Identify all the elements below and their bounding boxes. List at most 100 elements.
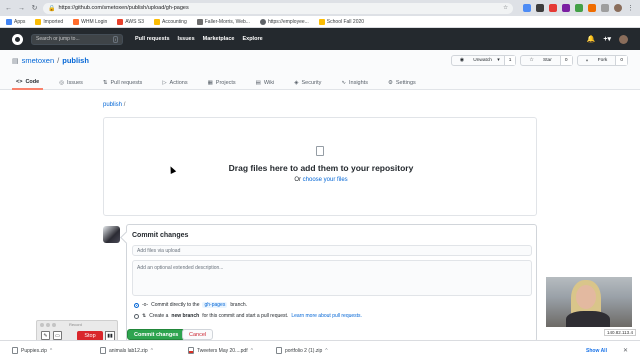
bookmark-school[interactable]: School Fall 2020	[318, 18, 364, 25]
bookmark-accounting[interactable]: Accounting	[153, 18, 187, 25]
folder-icon	[35, 18, 42, 25]
ip-address-label: 140.82.113.4	[604, 329, 636, 336]
tab-wiki[interactable]: ▤ Wiki	[252, 76, 279, 90]
commit-title: Commit changes	[132, 232, 189, 239]
code-icon: <>	[16, 79, 23, 85]
repo-tabs: <> Code ◎ Issues ⇅ Pull requests ▷ Actions ▦…	[12, 76, 420, 90]
extension-icon[interactable]	[536, 4, 544, 12]
download-item[interactable]: animals lab12.zip ^	[100, 347, 178, 354]
repo-separator: /	[57, 56, 60, 65]
folder-icon	[153, 18, 160, 25]
zip-file-icon	[12, 347, 18, 354]
star-count[interactable]: 0	[559, 56, 572, 65]
unwatch-button[interactable]: ◉ Unwatch ▾ 1	[450, 55, 517, 66]
github-header: Search or jump to... / Pull requests Iss…	[0, 28, 640, 50]
forward-icon[interactable]: →	[17, 4, 26, 13]
download-item[interactable]: Tweeters May 20....pdf ^	[188, 347, 266, 354]
back-icon[interactable]: ←	[4, 4, 13, 13]
extensions-puzzle-icon[interactable]	[601, 4, 609, 12]
extension-icon[interactable]	[575, 4, 583, 12]
github-logo-icon[interactable]	[12, 33, 23, 45]
commit-summary-input[interactable]: Add files via upload	[132, 245, 532, 256]
pdf-file-icon	[188, 347, 194, 354]
star-button[interactable]: ☆ Star 0	[520, 55, 573, 66]
breadcrumb-repo-link[interactable]: publish	[103, 102, 122, 108]
extension-icon[interactable]	[523, 4, 531, 12]
download-item[interactable]: portfolio 2 (1).zip ^	[276, 347, 354, 354]
show-all-downloads-button[interactable]: Show All	[586, 348, 607, 354]
commit-direct-option[interactable]: -o- Commit directly to the gh-pages bran…	[134, 302, 247, 308]
learn-more-link[interactable]: Learn more about pull requests.	[291, 313, 362, 319]
fork-button[interactable]: ⑂ Fork 0	[576, 55, 628, 66]
tab-security[interactable]: ◈ Security	[290, 76, 325, 90]
chevron-down-icon[interactable]: ^	[151, 348, 153, 354]
address-bar[interactable]: 🔒 https://github.com/smetoxen/publish/up…	[43, 2, 513, 14]
extensions: ⋮	[523, 4, 634, 12]
issue-icon: ◎	[59, 80, 64, 86]
fork-count[interactable]: 0	[615, 56, 627, 65]
fork-icon: ⑂	[585, 58, 590, 64]
extension-icon[interactable]	[562, 4, 570, 12]
radio-new-branch[interactable]	[134, 313, 139, 319]
tab-pull-requests[interactable]: ⇅ Pull requests	[99, 76, 146, 90]
commit-new-branch-option[interactable]: ⇅ Create a new branch for this commit an…	[134, 313, 362, 319]
book-icon: ▤	[255, 80, 261, 86]
pull-request-icon: ⇅	[142, 313, 147, 319]
commit-button[interactable]: Commit changes	[127, 329, 186, 340]
extension-icon[interactable]	[588, 4, 596, 12]
branch-name-badge: gh-pages	[202, 302, 228, 308]
pen-icon[interactable]: ✎	[41, 331, 50, 340]
profile-avatar[interactable]	[614, 4, 622, 12]
lock-icon: 🔒	[48, 5, 56, 12]
close-icon[interactable]: ✕	[623, 347, 628, 354]
bookmark-whm[interactable]: WHM Login	[73, 18, 107, 25]
repo-name-link[interactable]: publish	[62, 56, 89, 65]
search-input[interactable]: Search or jump to... /	[31, 33, 123, 45]
plus-icon[interactable]: +▾	[603, 35, 611, 43]
browser-toolbar: ← → ↻ 🔒 https://github.com/smetoxen/publ…	[0, 0, 640, 16]
bookmarks-bar: Apps Imported WHM Login AWS S3 Accountin…	[0, 16, 640, 28]
bookmark-apps[interactable]: Apps	[6, 18, 25, 25]
nav-pull-requests[interactable]: Pull requests	[135, 36, 170, 42]
star-icon: ☆	[529, 58, 536, 63]
tab-actions[interactable]: ▷ Actions	[158, 76, 191, 90]
extension-icon[interactable]	[549, 4, 557, 12]
gear-icon: ⚙	[387, 80, 393, 86]
folder-icon	[318, 18, 325, 25]
notification-bell-icon[interactable]: 🔔	[587, 35, 596, 43]
aws-icon	[117, 18, 124, 25]
reload-icon[interactable]: ↻	[30, 4, 39, 13]
breadcrumb: publish /	[103, 102, 125, 108]
nav-marketplace[interactable]: Marketplace	[203, 36, 235, 42]
bookmark-employee[interactable]: https://employee...	[259, 18, 309, 25]
nav-issues[interactable]: Issues	[178, 36, 195, 42]
chevron-down-icon[interactable]: ^	[251, 348, 253, 354]
chevron-down-icon[interactable]: ^	[325, 348, 327, 354]
cancel-button[interactable]: Cancel	[182, 329, 214, 340]
recorder-label: Record	[69, 322, 82, 327]
watch-count[interactable]: 1	[503, 56, 516, 65]
menu-kebab-icon[interactable]: ⋮	[627, 4, 634, 12]
avatar	[103, 226, 120, 243]
tab-projects[interactable]: ▦ Projects	[204, 76, 240, 90]
tab-insights[interactable]: ∿ Insights	[337, 76, 372, 90]
bookmark-faller[interactable]: Faller-Morris, Web...	[196, 18, 250, 25]
bookmark-star-icon[interactable]: ☆	[503, 5, 508, 11]
zip-file-icon	[276, 347, 282, 354]
tab-settings[interactable]: ⚙ Settings	[384, 76, 420, 90]
radio-commit-direct[interactable]	[134, 302, 139, 308]
search-shortcut-key: /	[112, 35, 118, 43]
bookmark-imported[interactable]: Imported	[35, 18, 63, 25]
tab-code[interactable]: <> Code	[12, 76, 44, 90]
bookmark-aws[interactable]: AWS S3	[117, 18, 144, 25]
tab-issues[interactable]: ◎ Issues	[55, 76, 87, 90]
file-icon	[316, 146, 324, 156]
download-item[interactable]: Puppies.zip ^	[12, 347, 90, 354]
commit-description-textarea[interactable]: Add an optional extended description...	[132, 260, 532, 296]
repo-owner-link[interactable]: smetoxen	[22, 56, 55, 65]
user-avatar[interactable]	[619, 34, 628, 44]
choose-files-link[interactable]: choose your files	[303, 177, 348, 183]
nav-explore[interactable]: Explore	[242, 36, 262, 42]
chevron-down-icon[interactable]: ^	[50, 348, 52, 354]
camera-icon[interactable]: ▭	[53, 331, 62, 340]
